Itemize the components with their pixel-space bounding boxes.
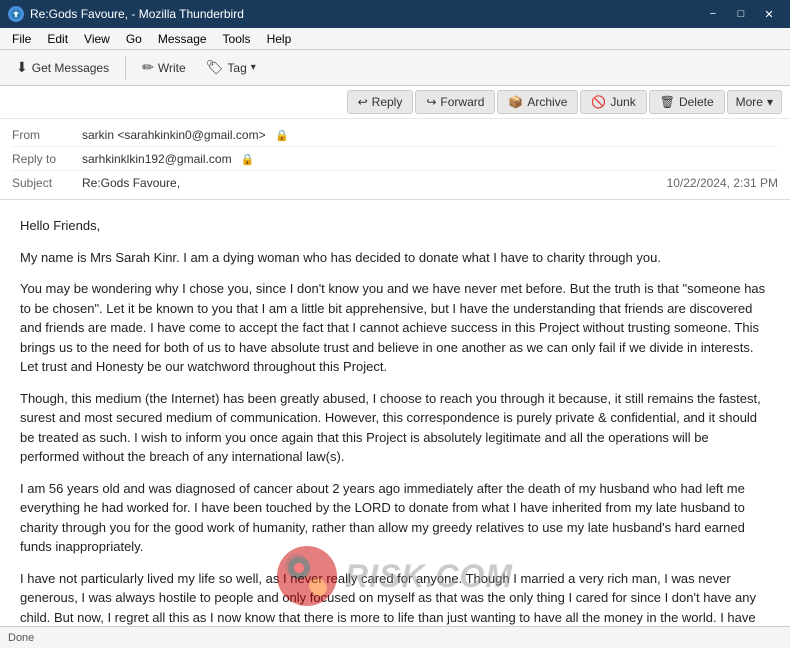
tag-button[interactable]: 🏷 Tag ▾: [198, 55, 264, 80]
from-row: From sarkin <sarahkinkin0@gmail.com> 🔒: [12, 123, 778, 147]
tag-icon: 🏷: [206, 59, 224, 76]
from-label: From: [12, 128, 82, 142]
menu-bar: File Edit View Go Message Tools Help: [0, 28, 790, 50]
delete-button[interactable]: 🗑 Delete: [649, 90, 725, 114]
email-header: ↩ Reply ↪ Forward 📦 Archive 🚫 Junk 🗑 Del…: [0, 86, 790, 200]
window-title: Re:Gods Favoure, - Mozilla Thunderbird: [30, 7, 244, 21]
junk-button[interactable]: 🚫 Junk: [580, 90, 646, 114]
maximize-button[interactable]: □: [728, 4, 754, 24]
security-icon[interactable]: 🔒: [275, 130, 289, 142]
more-button[interactable]: More ▾: [727, 90, 782, 114]
from-value: sarkin <sarahkinkin0@gmail.com> 🔒: [82, 128, 778, 142]
minimize-button[interactable]: −: [700, 4, 726, 24]
get-messages-button[interactable]: ⬇ Get Messages: [8, 55, 117, 80]
body-paragraph-4: I am 56 years old and was diagnosed of c…: [20, 479, 770, 557]
email-date: 10/22/2024, 2:31 PM: [667, 176, 778, 190]
archive-icon: 📦: [508, 95, 523, 109]
action-bar: ↩ Reply ↪ Forward 📦 Archive 🚫 Junk 🗑 Del…: [0, 86, 790, 119]
subject-row: Subject Re:Gods Favoure, 10/22/2024, 2:3…: [12, 171, 778, 195]
toolbar: ⬇ Get Messages ✏ Write 🏷 Tag ▾: [0, 50, 790, 86]
body-paragraph-2: You may be wondering why I chose you, si…: [20, 279, 770, 377]
app-icon: [8, 6, 24, 22]
body-paragraph-1: My name is Mrs Sarah Kinr. I am a dying …: [20, 248, 770, 268]
close-button[interactable]: ✕: [756, 4, 782, 24]
subject-value: Re:Gods Favoure,: [82, 176, 667, 190]
reply-to-value: sarhkinklkin192@gmail.com 🔒: [82, 152, 778, 166]
menu-view[interactable]: View: [76, 30, 118, 48]
reply-button[interactable]: ↩ Reply: [347, 90, 414, 114]
reply-security-icon[interactable]: 🔒: [241, 154, 255, 166]
write-icon: ✏: [142, 59, 154, 76]
menu-file[interactable]: File: [4, 30, 39, 48]
get-messages-icon: ⬇: [16, 59, 28, 76]
menu-edit[interactable]: Edit: [39, 30, 76, 48]
window-controls: − □ ✕: [700, 4, 782, 24]
toolbar-separator: [125, 56, 126, 80]
email-body-wrapper[interactable]: Hello Friends, My name is Mrs Sarah Kinr…: [0, 200, 790, 626]
menu-tools[interactable]: Tools: [215, 30, 259, 48]
reply-icon: ↩: [358, 95, 368, 109]
title-bar-left: Re:Gods Favoure, - Mozilla Thunderbird: [8, 6, 244, 22]
body-paragraph-0: Hello Friends,: [20, 216, 770, 236]
subject-label: Subject: [12, 176, 82, 190]
menu-go[interactable]: Go: [118, 30, 150, 48]
reply-to-row: Reply to sarhkinklkin192@gmail.com 🔒: [12, 147, 778, 171]
write-button[interactable]: ✏ Write: [134, 55, 194, 80]
header-fields: From sarkin <sarahkinkin0@gmail.com> 🔒 R…: [0, 119, 790, 199]
title-bar: Re:Gods Favoure, - Mozilla Thunderbird −…: [0, 0, 790, 28]
tag-dropdown-arrow: ▾: [251, 62, 256, 73]
forward-icon: ↪: [426, 95, 436, 109]
reply-to-label: Reply to: [12, 152, 82, 166]
menu-help[interactable]: Help: [259, 30, 300, 48]
status-bar: Done: [0, 626, 790, 648]
body-paragraph-3: Though, this medium (the Internet) has b…: [20, 389, 770, 467]
delete-icon: 🗑: [660, 95, 675, 109]
archive-button[interactable]: 📦 Archive: [497, 90, 578, 114]
junk-icon: 🚫: [591, 95, 606, 109]
body-paragraph-5: I have not particularly lived my life so…: [20, 569, 770, 627]
forward-button[interactable]: ↪ Forward: [415, 90, 495, 114]
status-text: Done: [8, 632, 34, 644]
email-body: Hello Friends, My name is Mrs Sarah Kinr…: [20, 216, 770, 626]
menu-message[interactable]: Message: [150, 30, 215, 48]
